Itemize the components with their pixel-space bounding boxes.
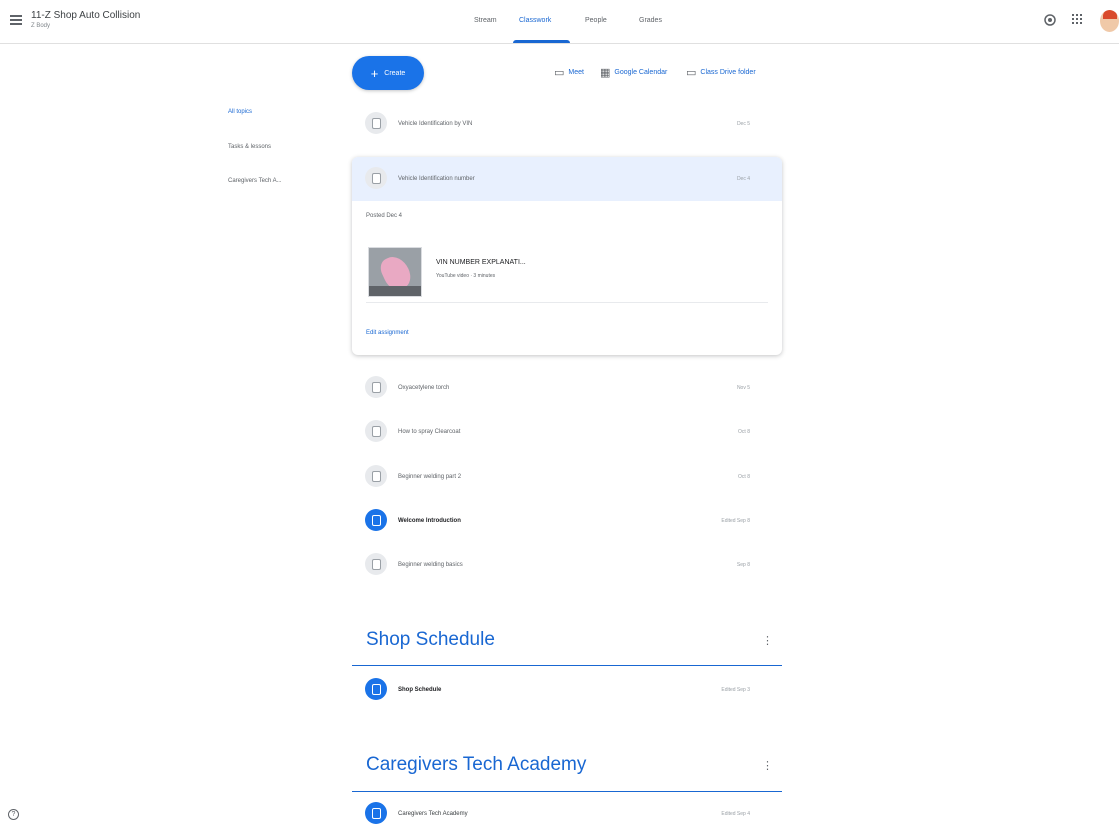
- tab-grades[interactable]: Grades: [639, 17, 662, 24]
- plus-icon: +: [370, 65, 379, 81]
- list-item[interactable]: Shop Schedule Edited Sep 3: [352, 668, 782, 712]
- item-title: Welcome Introduction: [398, 518, 461, 524]
- calendar-icon: ▦: [600, 67, 611, 79]
- create-button[interactable]: + Create: [352, 56, 424, 90]
- list-item[interactable]: Beginner welding part 2 Oct 8: [352, 455, 782, 499]
- item-title: How to spray Clearcoat: [398, 429, 461, 435]
- meet-label: Meet: [568, 69, 584, 76]
- sidenav-item-all-topics[interactable]: All topics: [228, 109, 252, 115]
- assignment-icon: [365, 465, 387, 487]
- item-date: Dec 4: [736, 176, 750, 182]
- topic-title: Caregivers Tech Academy: [366, 754, 587, 775]
- more-vert-icon[interactable]: ⋮: [762, 759, 773, 772]
- tab-classwork[interactable]: Classwork: [519, 17, 551, 24]
- edit-assignment-link[interactable]: Edit assignment: [366, 330, 409, 336]
- assignment-icon: [365, 167, 387, 189]
- video-thumbnail: [368, 247, 422, 297]
- calendar-label: Google Calendar: [614, 69, 668, 76]
- help-icon[interactable]: ?: [8, 809, 19, 820]
- list-item[interactable]: How to spray Clearcoat Oct 8: [352, 410, 782, 454]
- item-date: Edited Sep 8: [721, 518, 750, 524]
- active-tab-indicator: [513, 40, 570, 43]
- item-date: Sep 8: [736, 562, 750, 568]
- material-icon: [365, 509, 387, 531]
- item-date: Oct 8: [738, 474, 750, 480]
- tab-people[interactable]: People: [585, 17, 607, 24]
- item-date: Edited Sep 4: [721, 811, 750, 817]
- item-date: Dec 5: [736, 121, 750, 127]
- sidenav-item-tasks-lessons[interactable]: Tasks & lessons: [228, 144, 271, 150]
- item-date: Oct 8: [738, 429, 750, 435]
- meet-button[interactable]: ▭ Meet: [554, 66, 584, 79]
- attachment-title: VIN NUMBER EXPLANATI...: [436, 259, 526, 266]
- expanded-assignment-card: Vehicle Identification number Dec 4 Post…: [352, 157, 782, 355]
- item-title: Shop Schedule: [398, 687, 442, 693]
- topic-title: Shop Schedule: [366, 629, 495, 650]
- google-calendar-button[interactable]: ▦ Google Calendar: [600, 66, 667, 79]
- apps-grid-icon[interactable]: [1071, 13, 1083, 25]
- more-vert-icon[interactable]: ⋮: [762, 634, 773, 647]
- material-icon: [365, 678, 387, 700]
- list-item[interactable]: Vehicle Identification number Dec 4: [352, 157, 782, 201]
- avatar[interactable]: [1100, 10, 1119, 32]
- sidenav-item-caregivers[interactable]: Caregivers Tech A...: [228, 178, 282, 184]
- create-button-label: Create: [384, 69, 406, 77]
- list-item[interactable]: Beginner welding basics Sep 8: [352, 543, 782, 587]
- assignment-icon: [365, 112, 387, 134]
- item-title: Caregivers Tech Academy: [398, 811, 468, 817]
- settings-icon[interactable]: [1043, 13, 1057, 27]
- item-title: Vehicle Identification number: [398, 176, 475, 182]
- drive-label: Class Drive folder: [700, 69, 756, 76]
- item-date: Nov 5: [736, 385, 750, 391]
- expanded-assignment-header[interactable]: Vehicle Identification number Dec 4: [352, 157, 782, 201]
- item-title: Vehicle Identification by VIN: [398, 121, 473, 127]
- tab-stream[interactable]: Stream: [474, 17, 497, 24]
- assignment-icon: [365, 553, 387, 575]
- item-title: Oxyacetylene torch: [398, 385, 450, 391]
- attachment-subtitle: YouTube video · 3 minutes: [436, 273, 496, 279]
- item-title: Beginner welding part 2: [398, 474, 462, 480]
- class-drive-folder-button[interactable]: ▭ Class Drive folder: [686, 66, 756, 79]
- item-title: Beginner welding basics: [398, 562, 463, 568]
- class-tabs: Stream Classwork People Grades: [0, 0, 1119, 44]
- posted-date: Posted Dec 4: [366, 213, 403, 219]
- youtube-attachment[interactable]: VIN NUMBER EXPLANATI... YouTube video · …: [366, 243, 768, 303]
- list-item[interactable]: Oxyacetylene torch Nov 5: [352, 366, 782, 410]
- list-item[interactable]: Welcome Introduction Edited Sep 8: [352, 499, 782, 543]
- list-item[interactable]: Caregivers Tech Academy Edited Sep 4: [352, 792, 782, 836]
- assignment-icon: [365, 420, 387, 442]
- video-camera-icon: ▭: [554, 67, 565, 79]
- folder-icon: ▭: [686, 67, 697, 79]
- top-app-bar: 11-Z Shop Auto Collision Z Body Stream C…: [0, 0, 1119, 44]
- assignment-icon: [365, 376, 387, 398]
- list-item[interactable]: Vehicle Identification by VIN Dec 5: [352, 102, 782, 146]
- topic-divider: [352, 665, 782, 666]
- material-icon: [365, 802, 387, 824]
- item-date: Edited Sep 3: [721, 687, 750, 693]
